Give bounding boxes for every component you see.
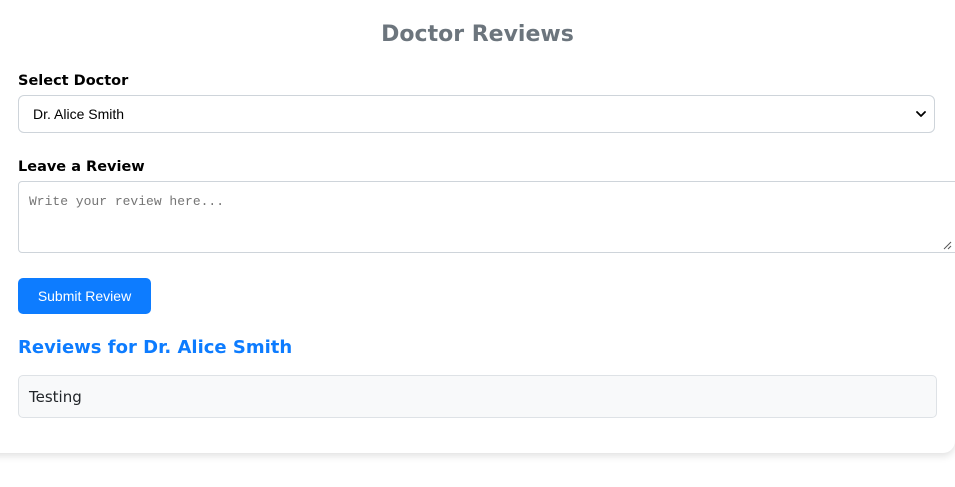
chevron-down-icon xyxy=(916,111,926,117)
page-title: Doctor Reviews xyxy=(381,22,574,47)
doctor-select-value: Dr. Alice Smith xyxy=(33,106,125,122)
review-textarea[interactable]: Write your review here... xyxy=(18,181,955,253)
select-doctor-label: Select Doctor xyxy=(18,73,129,89)
review-text: Testing xyxy=(29,388,82,406)
leave-review-label: Leave a Review xyxy=(18,159,145,175)
review-item: Testing xyxy=(18,375,937,418)
resize-handle-icon[interactable] xyxy=(942,240,952,250)
review-textarea-placeholder: Write your review here... xyxy=(29,194,225,209)
submit-review-button[interactable]: Submit Review xyxy=(18,278,151,314)
doctor-select[interactable]: Dr. Alice Smith xyxy=(18,95,935,133)
reviews-heading: Reviews for Dr. Alice Smith xyxy=(18,337,293,358)
